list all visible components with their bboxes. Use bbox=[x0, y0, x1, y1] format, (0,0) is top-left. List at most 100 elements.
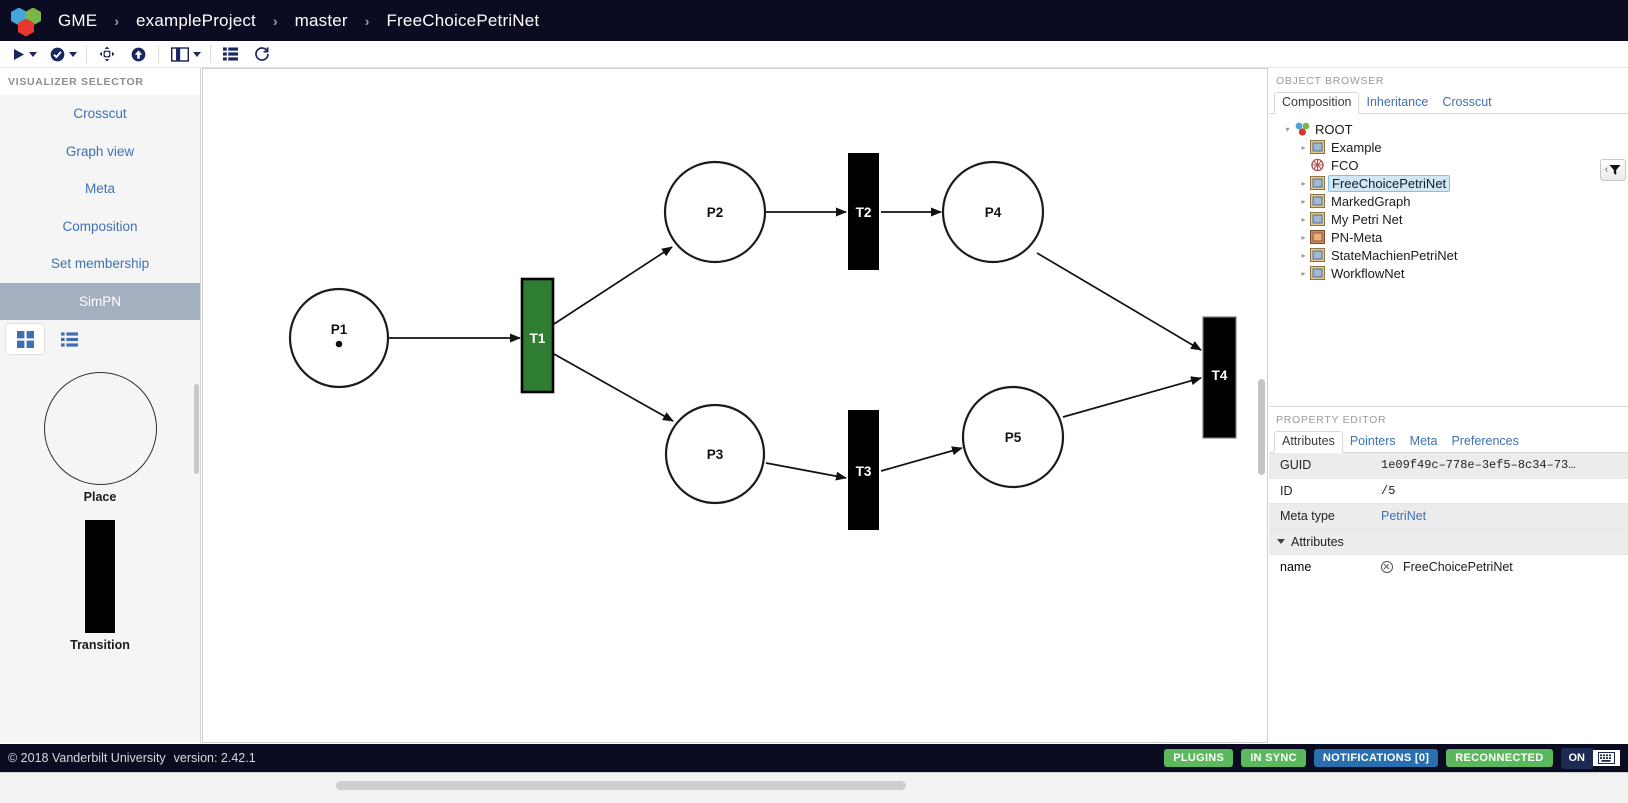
browser-scroll-strip bbox=[0, 772, 1628, 803]
object-browser-tabs: Composition Inheritance Crosscut bbox=[1269, 92, 1628, 114]
visualizer-item-simpn[interactable]: SimPN bbox=[0, 282, 200, 320]
place-P1: P1 bbox=[288, 287, 390, 389]
arc-p4-t4 bbox=[1036, 252, 1202, 351]
collapsed-arrow-icon[interactable]: ▸ bbox=[1297, 179, 1310, 188]
collapsed-arrow-icon[interactable]: ▸ bbox=[1297, 233, 1310, 242]
place-shape-icon bbox=[43, 372, 157, 485]
expanded-arrow-icon[interactable]: ▾ bbox=[1281, 125, 1294, 134]
auto-layout-button[interactable] bbox=[96, 43, 118, 66]
in-sync-badge[interactable]: IN SYNC bbox=[1241, 749, 1306, 767]
tab-crosscut[interactable]: Crosscut bbox=[1435, 93, 1498, 113]
tree-node-example[interactable]: ▸ Example bbox=[1273, 138, 1628, 156]
breadcrumb-item-node[interactable]: FreeChoicePetriNet bbox=[384, 11, 541, 31]
visualizer-selector-panel: VISUALIZER SELECTOR Crosscut Graph view … bbox=[0, 68, 201, 743]
filter-button[interactable]: ‹ bbox=[1600, 159, 1626, 181]
breadcrumb-item-branch[interactable]: master bbox=[293, 11, 350, 31]
tree-node-root[interactable]: ▾ ROOT bbox=[1273, 120, 1628, 138]
object-browser-title: OBJECT BROWSER bbox=[1276, 75, 1385, 87]
model-icon bbox=[1310, 265, 1327, 281]
attributes-section-label: Attributes bbox=[1291, 534, 1344, 549]
tree-node-markedgraph[interactable]: ▸ MarkedGraph bbox=[1273, 192, 1628, 210]
horizontal-scrollbar-thumb[interactable] bbox=[336, 781, 906, 790]
token bbox=[335, 340, 343, 348]
tree-node-label: WorkflowNet bbox=[1331, 265, 1405, 281]
property-row-meta-type[interactable]: Meta type PetriNet bbox=[1269, 504, 1628, 530]
status-bar: © 2018 Vanderbilt University version: 2.… bbox=[0, 744, 1628, 772]
plugins-badge[interactable]: PLUGINS bbox=[1164, 749, 1234, 767]
visualizer-item-crosscut[interactable]: Crosscut bbox=[0, 95, 200, 133]
palette-part-label: Transition bbox=[70, 638, 130, 652]
tab-inheritance[interactable]: Inheritance bbox=[1359, 93, 1435, 113]
property-key: Meta type bbox=[1280, 509, 1335, 524]
split-panel-caret-icon[interactable] bbox=[193, 51, 201, 57]
petri-net-diagram: P1 P2 P3 P4 P5 T1 T2 T3 T4 bbox=[288, 153, 1237, 530]
check-constraints-caret-icon[interactable] bbox=[69, 51, 77, 57]
arc-t3-p5 bbox=[880, 446, 963, 472]
model-icon bbox=[1310, 139, 1327, 155]
model-canvas[interactable]: P1 P2 P3 P4 P5 T1 T2 T3 T4 bbox=[202, 68, 1268, 743]
visualizer-selector-title: VISUALIZER SELECTOR bbox=[0, 68, 200, 95]
refresh-button[interactable] bbox=[251, 43, 273, 66]
collapsed-arrow-icon[interactable]: ▸ bbox=[1297, 197, 1310, 206]
clear-icon[interactable] bbox=[1381, 561, 1393, 573]
check-constraints-button[interactable] bbox=[47, 43, 68, 66]
svg-text:P1: P1 bbox=[331, 322, 348, 337]
visualizer-item-composition[interactable]: Composition bbox=[0, 207, 200, 245]
visualizer-item-graph-view[interactable]: Graph view bbox=[0, 132, 200, 170]
tab-meta[interactable]: Meta bbox=[1403, 432, 1445, 452]
parts-palette: Place Transition bbox=[0, 358, 200, 652]
place-P5: P5 bbox=[961, 385, 1065, 489]
transition-T4: T4 bbox=[1202, 316, 1237, 439]
collapsed-arrow-icon[interactable]: ▸ bbox=[1297, 143, 1310, 152]
breadcrumb-item-gme[interactable]: GME bbox=[56, 11, 99, 31]
place-P4: P4 bbox=[941, 160, 1045, 264]
tree-node-my-petri-net[interactable]: ▸ My Petri Net bbox=[1273, 210, 1628, 228]
svg-text:T2: T2 bbox=[856, 205, 872, 220]
fco-icon bbox=[1310, 158, 1327, 173]
version-text: version: 2.42.1 bbox=[173, 751, 256, 765]
reconnected-badge[interactable]: RECONNECTED bbox=[1446, 749, 1553, 767]
svg-text:P3: P3 bbox=[707, 447, 724, 462]
split-panel-button[interactable] bbox=[168, 43, 192, 66]
visualizer-item-set-membership[interactable]: Set membership bbox=[0, 245, 200, 283]
tab-attributes[interactable]: Attributes bbox=[1274, 431, 1343, 453]
keyboard-toggle[interactable]: ON bbox=[1560, 747, 1620, 769]
chevron-left-icon: ‹ bbox=[1604, 164, 1609, 175]
tree-node-freechoicepetrinet[interactable]: ▸ FreeChoicePetriNet bbox=[1273, 174, 1628, 192]
tree-node-fco[interactable]: FCO bbox=[1273, 156, 1628, 174]
breadcrumb-separator: › bbox=[272, 12, 278, 29]
left-panel-scrollbar[interactable] bbox=[194, 384, 199, 474]
palette-part-place[interactable]: Place bbox=[0, 372, 200, 504]
grid-view-button[interactable] bbox=[6, 324, 44, 354]
tree-node-label: StateMachienPetriNet bbox=[1331, 247, 1458, 263]
canvas-vertical-scrollbar[interactable] bbox=[1258, 379, 1265, 475]
tree-node-pn-meta[interactable]: ▸ PN-Meta bbox=[1273, 228, 1628, 246]
attribute-name-input[interactable]: FreeChoicePetriNet bbox=[1400, 557, 1620, 577]
notifications-badge[interactable]: NOTIFICATIONS [0] bbox=[1313, 749, 1439, 767]
place-P2: P2 bbox=[663, 160, 767, 264]
attributes-section-header[interactable]: Attributes bbox=[1269, 529, 1628, 555]
list-view-button[interactable] bbox=[50, 324, 88, 354]
visualizer-item-meta[interactable]: Meta bbox=[0, 170, 200, 208]
tab-composition[interactable]: Composition bbox=[1274, 92, 1360, 114]
run-plugin-caret-icon[interactable] bbox=[29, 51, 37, 57]
tab-pointers[interactable]: Pointers bbox=[1343, 432, 1403, 452]
breadcrumb-item-project[interactable]: exampleProject bbox=[134, 11, 258, 31]
tree-node-workflownet[interactable]: ▸ WorkflowNet bbox=[1273, 264, 1628, 282]
property-value-link[interactable]: PetriNet bbox=[1381, 509, 1426, 523]
model-icon bbox=[1310, 247, 1327, 263]
svg-text:T1: T1 bbox=[530, 331, 546, 346]
go-up-button[interactable] bbox=[128, 43, 149, 66]
arc-t1-p2 bbox=[553, 246, 673, 325]
palette-part-transition[interactable]: Transition bbox=[0, 520, 200, 652]
run-plugin-button[interactable] bbox=[8, 43, 28, 66]
property-editor-title: PROPERTY EDITOR bbox=[1276, 414, 1387, 426]
chevron-down-icon bbox=[1277, 539, 1285, 544]
collapsed-arrow-icon[interactable]: ▸ bbox=[1297, 251, 1310, 260]
collapsed-arrow-icon[interactable]: ▸ bbox=[1297, 269, 1310, 278]
list-view-button[interactable] bbox=[220, 43, 241, 66]
tree-node-statemachienpetrinet[interactable]: ▸ StateMachienPetriNet bbox=[1273, 246, 1628, 264]
collapsed-arrow-icon[interactable]: ▸ bbox=[1297, 215, 1310, 224]
gme-logo[interactable] bbox=[10, 6, 44, 37]
tab-preferences[interactable]: Preferences bbox=[1444, 432, 1525, 452]
